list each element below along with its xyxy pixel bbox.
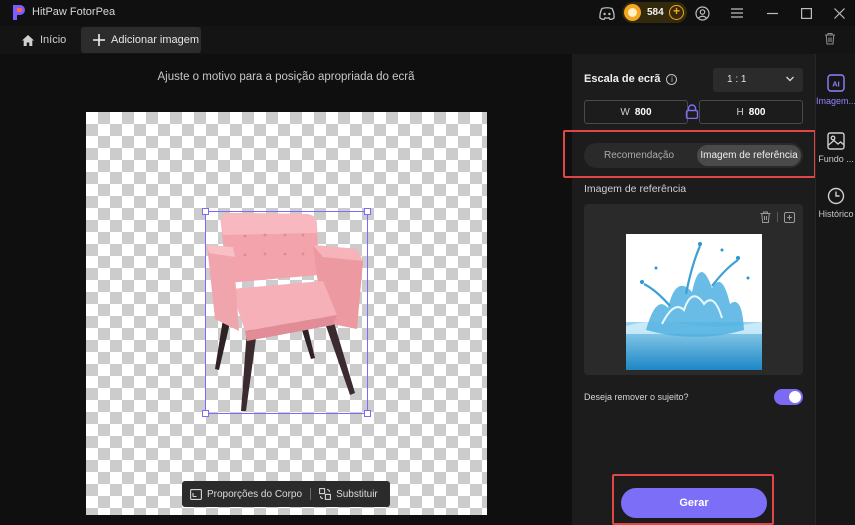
add-image-tab[interactable]: Adicionar imagem <box>81 27 201 53</box>
canvas-toolbar: Proporções do Corpo Substituir <box>182 481 390 507</box>
rail-item-label: Histórico <box>818 209 854 219</box>
minimize-icon[interactable] <box>763 4 781 22</box>
resize-handle-bottom-right[interactable] <box>364 410 371 417</box>
info-icon[interactable]: i <box>666 73 678 85</box>
coin-icon <box>624 4 641 21</box>
chevron-down-icon <box>786 76 794 82</box>
add-image-label: Adicionar imagem <box>111 34 200 46</box>
replace-label: Substituir <box>336 488 378 500</box>
credits-badge[interactable]: 584 + <box>622 2 687 23</box>
mode-option-recommendation[interactable]: Recomendação <box>587 145 691 166</box>
remove-subject-toggle[interactable] <box>774 389 803 405</box>
selection-box[interactable] <box>205 211 368 414</box>
aspect-ratio-value: 1 : 1 <box>727 74 747 85</box>
title-bar: HitPaw FotorPea 584 + <box>0 0 855 26</box>
lock-icon[interactable] <box>685 104 699 124</box>
reference-image-title: Imagem de referência <box>584 183 687 195</box>
rail-item-label: Fundo ... <box>818 154 854 164</box>
maximize-icon[interactable] <box>797 4 815 22</box>
screen-scale-heading: Escala de ecrã i <box>584 73 678 85</box>
generate-button[interactable]: Gerar <box>621 488 767 518</box>
rail-item-history[interactable]: Histórico <box>816 187 855 219</box>
width-value: 800 <box>634 106 652 118</box>
height-value: 800 <box>748 106 766 118</box>
resize-handle-top-left[interactable] <box>202 208 209 215</box>
credits-count: 584 <box>647 7 664 18</box>
actions-divider <box>777 212 778 222</box>
height-field[interactable]: H 800 <box>699 100 803 124</box>
resize-handle-top-right[interactable] <box>364 208 371 215</box>
history-icon <box>827 187 845 205</box>
plus-icon <box>93 34 105 46</box>
canvas-area: Ajuste o motivo para a posição apropriad… <box>0 54 572 525</box>
width-prefix: W <box>620 106 630 118</box>
width-field[interactable]: W 800 <box>584 100 688 124</box>
toolbar: Início Adicionar imagem <box>0 26 855 54</box>
rail-item-background[interactable]: Fundo ... <box>816 132 855 164</box>
reference-image-card <box>584 204 803 375</box>
rail-item-ai-image[interactable]: AI Imagem... <box>816 74 855 106</box>
side-rail: AI Imagem... Fundo ... Histórico <box>815 54 855 525</box>
home-tab-label: Início <box>40 34 67 46</box>
discord-icon[interactable] <box>598 4 616 22</box>
remove-subject-label: Deseja remover o sujeito? <box>584 392 689 402</box>
reference-actions <box>760 211 795 223</box>
transparent-canvas[interactable] <box>86 112 487 515</box>
add-credits-icon[interactable]: + <box>669 5 684 20</box>
ai-image-icon: AI <box>827 74 845 92</box>
background-icon <box>827 132 845 150</box>
app-logo-icon <box>13 5 25 20</box>
add-reference-icon[interactable] <box>784 211 795 223</box>
canvas-hint: Ajuste o motivo para a posição apropriad… <box>157 71 415 83</box>
mode-switch: Recomendação Imagem de referência <box>584 143 803 168</box>
reference-water-splash-image[interactable] <box>626 234 762 370</box>
aspect-ratio-icon <box>190 488 202 500</box>
home-tab[interactable]: Início <box>16 26 72 54</box>
account-icon[interactable] <box>693 4 711 22</box>
height-prefix: H <box>736 106 744 118</box>
replace-icon <box>319 488 332 500</box>
settings-panel: Escala de ecrã i 1 : 1 W 800 H 800 Recom… <box>563 54 816 525</box>
delete-icon[interactable] <box>824 32 836 50</box>
menu-icon[interactable] <box>728 4 746 22</box>
replace-button[interactable]: Substituir <box>311 481 386 507</box>
mode-option-reference-image[interactable]: Imagem de referência <box>697 145 801 166</box>
rail-item-label: Imagem... <box>816 96 855 106</box>
delete-reference-icon[interactable] <box>760 211 771 223</box>
aspect-ratio-select[interactable]: 1 : 1 <box>713 68 803 92</box>
screen-scale-label: Escala de ecrã <box>584 73 661 85</box>
body-proportions-button[interactable]: Proporções do Corpo <box>182 481 310 507</box>
body-proportions-label: Proporções do Corpo <box>207 488 303 500</box>
close-icon[interactable] <box>830 4 848 22</box>
home-icon <box>22 34 34 46</box>
svg-text:AI: AI <box>832 80 840 89</box>
app-title: HitPaw FotorPea <box>32 6 116 18</box>
resize-handle-bottom-left[interactable] <box>202 410 209 417</box>
